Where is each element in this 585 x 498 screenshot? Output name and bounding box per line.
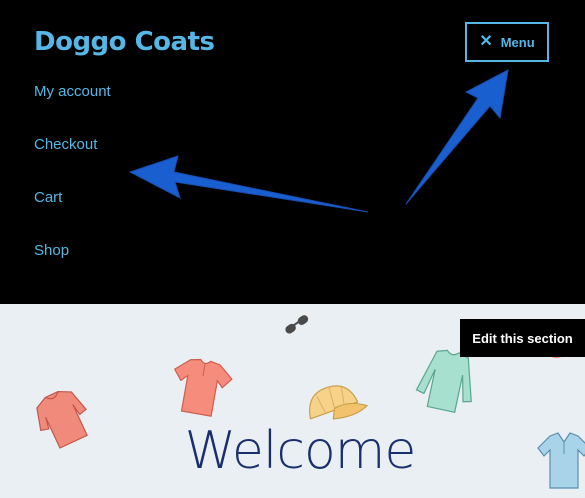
edit-section-button[interactable]: Edit this section [460,319,585,357]
nav-item-cart[interactable]: Cart [34,186,111,239]
annotation-arrow-up-right [405,69,509,205]
sunglasses-icon [285,315,309,334]
page: Doggo Coats ✕ Menu My account Checkout C… [0,0,585,498]
close-icon: ✕ [479,33,493,50]
main-navigation: My account Checkout Cart Shop [34,80,111,292]
annotation-arrow-left [128,155,369,213]
nav-item-my-account[interactable]: My account [34,80,111,133]
hero-heading: Welcome [184,421,417,481]
nav-item-shop[interactable]: Shop [34,239,111,292]
long-sleeve-shirt-icon [415,349,472,413]
site-title[interactable]: Doggo Coats [34,24,215,60]
menu-toggle-button[interactable]: ✕ Menu [465,22,549,62]
nav-item-checkout[interactable]: Checkout [34,133,111,186]
tshirt-icon [173,358,233,417]
menu-button-label: Menu [500,34,535,50]
site-header: Doggo Coats ✕ Menu My account Checkout C… [0,0,585,304]
hero-section: Edit this section Welcome [0,304,585,498]
